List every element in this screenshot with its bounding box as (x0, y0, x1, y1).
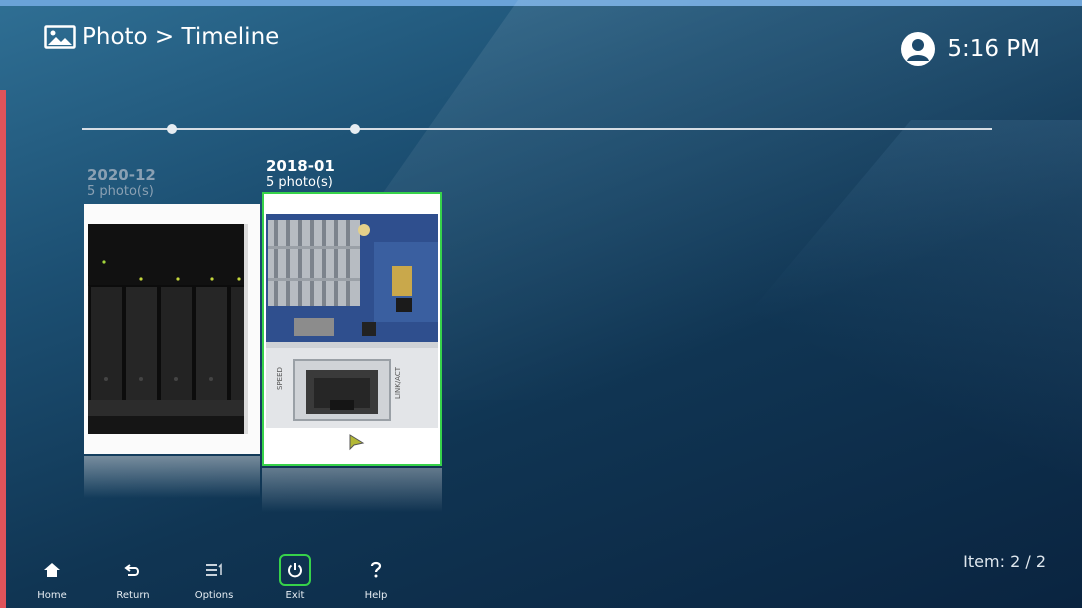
port-link-label: LINK/ACT (394, 366, 402, 399)
user-avatar-icon[interactable] (901, 32, 936, 66)
photo-timeline-screen: Photo > Timeline 5:16 PM 2020-12 5 photo… (0, 0, 1082, 608)
album-date: 2018-01 (266, 157, 335, 175)
album-thumbnail-2018-01[interactable]: SPEED LINK/ACT (262, 192, 442, 466)
help-label: Help (364, 590, 388, 601)
breadcrumb: Photo > Timeline (44, 24, 279, 50)
home-icon (36, 554, 68, 586)
options-button[interactable]: Options (182, 554, 246, 606)
home-label: Home (37, 590, 67, 601)
top-edge-accent (0, 0, 1082, 6)
album-label-2018-01: 2018-01 5 photo(s) (266, 157, 335, 191)
nas-device-image (84, 204, 260, 454)
breadcrumb-text: Photo > Timeline (82, 24, 280, 50)
timeline-marker-2020-12[interactable] (167, 124, 177, 134)
album-photo-count: 5 photo(s) (87, 184, 154, 199)
port-speed-label: SPEED (276, 367, 284, 390)
help-icon (360, 554, 392, 586)
item-counter: Item: 2 / 2 (963, 552, 1046, 571)
network-card-image: SPEED LINK/ACT (264, 194, 440, 464)
photo-icon (44, 25, 76, 49)
left-edge-accent (0, 90, 6, 608)
timeline-track (82, 128, 992, 130)
album-photo-count: 5 photo(s) (266, 175, 333, 190)
options-icon (198, 554, 230, 586)
status-area: 5:16 PM (901, 32, 1040, 66)
timeline-marker-2018-01[interactable] (350, 124, 360, 134)
thumbnail-reflection (262, 468, 442, 512)
exit-button[interactable]: Exit (263, 554, 327, 606)
return-button[interactable]: Return (101, 554, 165, 606)
home-button[interactable]: Home (20, 554, 84, 606)
return-label: Return (116, 590, 150, 601)
album-thumbnail-2020-12[interactable] (84, 204, 260, 454)
clock-time: 5:16 PM (947, 36, 1040, 62)
mouse-cursor-icon (349, 434, 365, 451)
album-label-2020-12: 2020-12 5 photo(s) (87, 166, 156, 200)
exit-label: Exit (285, 590, 305, 601)
power-icon (279, 554, 311, 586)
thumbnail-reflection (84, 456, 260, 498)
return-icon (117, 554, 149, 586)
options-label: Options (194, 590, 234, 601)
background-beam (608, 120, 1082, 480)
help-button[interactable]: Help (344, 554, 408, 606)
album-date: 2020-12 (87, 166, 156, 184)
bottom-toolbar: Home Return Options Exit Help (0, 552, 500, 608)
